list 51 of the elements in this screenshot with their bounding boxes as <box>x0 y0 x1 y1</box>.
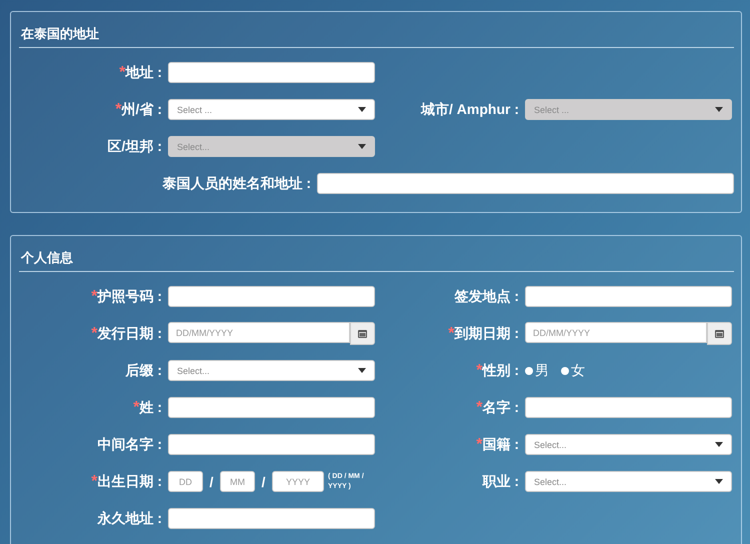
field-label: 区/坦邦 : <box>106 138 163 156</box>
calendar-icon <box>715 329 724 338</box>
caret-icon <box>358 368 366 373</box>
separator: / <box>208 474 214 490</box>
radio-option[interactable]: 男 <box>525 362 549 380</box>
date-part-field[interactable]: MM <box>220 471 255 492</box>
field-label: 城市/ Amphur : <box>420 100 520 118</box>
select-field[interactable]: Select... <box>168 360 375 381</box>
input-field[interactable] <box>168 434 375 455</box>
input-field[interactable] <box>168 62 375 83</box>
input-field[interactable] <box>525 397 732 418</box>
field-label: *出生日期 : <box>90 472 163 490</box>
calendar-button[interactable] <box>707 322 732 345</box>
input-field[interactable] <box>525 286 732 307</box>
caret-icon <box>715 107 723 112</box>
field-label: *州/省 : <box>114 100 163 118</box>
caret-icon <box>715 442 723 447</box>
select-field[interactable]: Select ... <box>168 99 375 120</box>
field-label: 后缀 : <box>124 362 163 380</box>
field-label: *地址 : <box>118 64 163 82</box>
field-label: *性别 : <box>475 362 520 380</box>
field-label: *发行日期 : <box>90 324 163 342</box>
input-field[interactable] <box>168 508 375 529</box>
field-label: 泰国人员的姓名和地址 : <box>161 174 312 192</box>
field-label: 中间名字 : <box>96 436 163 454</box>
section-title: 在泰国的地址 <box>19 20 734 48</box>
caret-icon <box>715 479 723 484</box>
field-label: *姓 : <box>132 398 163 416</box>
field-label: 职业 : <box>481 472 520 490</box>
date-part-field[interactable]: DD <box>168 471 203 492</box>
date-field[interactable]: DD/MM/YYYY <box>168 322 350 343</box>
date-part-field[interactable]: YYYY <box>272 471 324 492</box>
input-field[interactable] <box>317 173 734 194</box>
field-label: 永久地址 : <box>96 510 163 528</box>
input-field[interactable] <box>168 397 375 418</box>
section-title: 个人信息 <box>19 244 734 272</box>
date-field[interactable]: DD/MM/YYYY <box>525 322 707 343</box>
input-field[interactable] <box>168 286 375 307</box>
calendar-icon <box>358 329 367 338</box>
field-label: *到期日期 : <box>447 324 520 342</box>
caret-icon <box>358 144 366 149</box>
field-label: *护照号码 : <box>90 288 163 306</box>
field-label: 签发地点 : <box>453 288 520 306</box>
calendar-button[interactable] <box>350 322 375 345</box>
select-field[interactable]: Select... <box>525 434 732 455</box>
radio-option[interactable]: 女 <box>561 362 585 380</box>
caret-icon <box>358 107 366 112</box>
select-field[interactable]: Select... <box>525 471 732 492</box>
field-label: *国籍 : <box>475 436 520 454</box>
field-label: *名字 : <box>475 398 520 416</box>
separator: / <box>260 474 266 490</box>
